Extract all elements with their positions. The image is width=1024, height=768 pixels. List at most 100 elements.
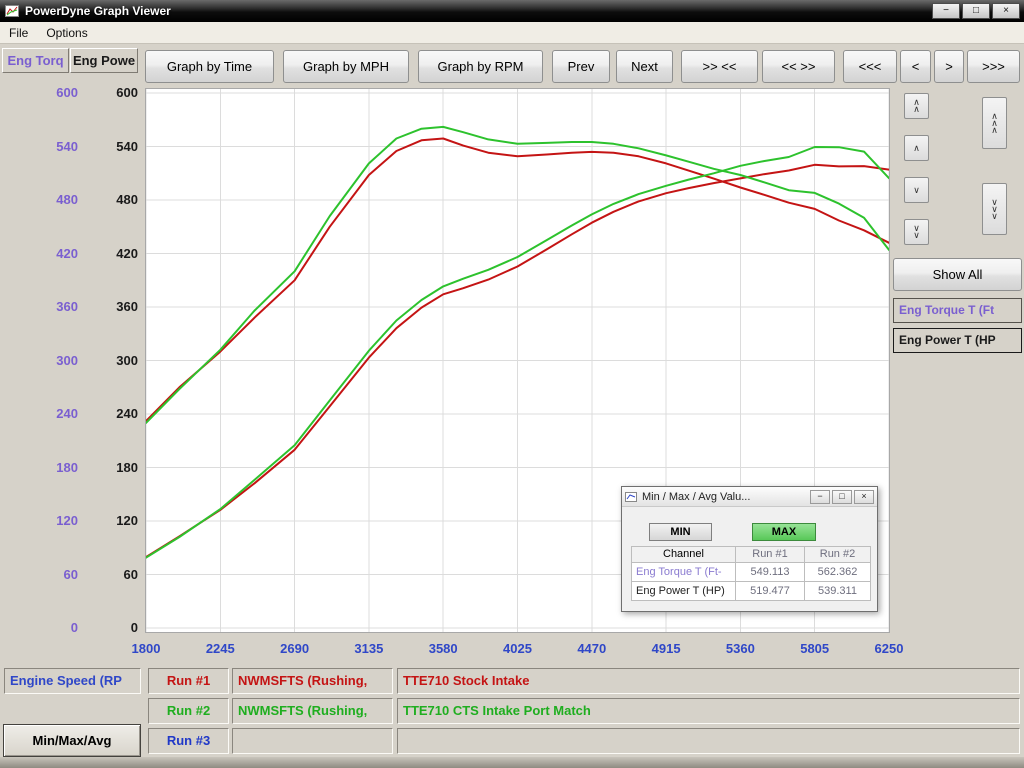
torque-run1-max-value: 549.113 bbox=[735, 562, 805, 582]
torque-axis-tick-label: 600 bbox=[0, 85, 78, 101]
channel-torque-cell: Eng Torque T (Ft- bbox=[631, 562, 736, 582]
title-bar[interactable]: PowerDyne Graph Viewer − □ × bbox=[0, 0, 1024, 22]
tab-eng-torque[interactable]: Eng Torq bbox=[2, 48, 69, 73]
column-header-channel: Channel bbox=[631, 546, 736, 563]
run2-label: Run #2 bbox=[148, 698, 229, 724]
legend-eng-power[interactable]: Eng Power T (HP bbox=[893, 328, 1022, 353]
close-icon[interactable]: × bbox=[992, 3, 1020, 19]
maximize-icon[interactable]: □ bbox=[962, 3, 990, 19]
minmax-window-icon bbox=[625, 492, 637, 502]
torque-axis-scale: 060120180240300360420480540600 bbox=[0, 0, 78, 768]
chevron-down-icon: ∨ bbox=[913, 187, 920, 194]
minimize-icon[interactable]: − bbox=[932, 3, 960, 19]
power-axis-tick-label: 0 bbox=[82, 620, 138, 636]
minmax-table-header: Channel Run #1 Run #2 bbox=[631, 546, 872, 563]
table-row: Eng Power T (HP) 519.477 539.311 bbox=[631, 582, 872, 601]
pan-left-button[interactable]: < bbox=[900, 50, 931, 83]
torque-axis-tick-label: 60 bbox=[0, 567, 78, 583]
run1-description-field: TTE710 Stock Intake bbox=[397, 668, 1020, 694]
x-channel-field: Engine Speed (RP bbox=[4, 668, 141, 694]
torque-axis-tick-label: 540 bbox=[0, 139, 78, 155]
run1-label: Run #1 bbox=[148, 668, 229, 694]
graph-by-rpm-button[interactable]: Graph by RPM bbox=[418, 50, 543, 83]
minmax-window: Min / Max / Avg Valu... − □ × MIN MAX Ch… bbox=[621, 486, 878, 612]
minmax-close-icon[interactable]: × bbox=[854, 490, 874, 504]
torque-axis-tick-label: 360 bbox=[0, 299, 78, 315]
graph-by-mph-button[interactable]: Graph by MPH bbox=[283, 50, 409, 83]
power-axis-tick-label: 60 bbox=[82, 567, 138, 583]
rpm-axis-tick-label: 4470 bbox=[557, 641, 627, 656]
column-header-run2: Run #2 bbox=[804, 546, 871, 563]
prev-button[interactable]: Prev bbox=[552, 50, 610, 83]
power-axis-scale: 060120180240300360420480540600 bbox=[82, 0, 138, 768]
torque-run2-max-value: 562.362 bbox=[804, 562, 871, 582]
chevron-up-icon: ∧ bbox=[913, 145, 920, 152]
run3-description-field bbox=[397, 728, 1020, 754]
rpm-axis-tick-label: 3135 bbox=[334, 641, 404, 656]
torque-axis-tick-label: 180 bbox=[0, 460, 78, 476]
rpm-axis-tick-label: 4025 bbox=[483, 641, 553, 656]
show-all-button[interactable]: Show All bbox=[893, 258, 1022, 291]
torque-axis-up-button[interactable]: ∧ bbox=[904, 135, 929, 161]
torque-axis-down-fast-button[interactable]: ∨ ∨ bbox=[904, 219, 929, 245]
power-axis-down-button[interactable]: ∨ ∨ ∨ bbox=[982, 183, 1007, 235]
chevron-up-icon: ∧ bbox=[913, 106, 920, 113]
rpm-axis-tick-label: 3580 bbox=[408, 641, 478, 656]
power-run1-max-value: 519.477 bbox=[735, 581, 805, 601]
minmax-avg-button[interactable]: Min/Max/Avg bbox=[3, 724, 141, 757]
rpm-axis-tick-label: 6250 bbox=[854, 641, 924, 656]
max-button[interactable]: MAX bbox=[752, 523, 816, 541]
run3-source-field bbox=[232, 728, 393, 754]
run3-label: Run #3 bbox=[148, 728, 229, 754]
power-axis-tick-label: 540 bbox=[82, 139, 138, 155]
torque-axis-up-fast-button[interactable]: ∧ ∧ bbox=[904, 93, 929, 119]
chevron-down-icon: ∨ bbox=[913, 232, 920, 239]
pan-left-fast-button[interactable]: <<< bbox=[843, 50, 897, 83]
pan-right-fast-button[interactable]: >>> bbox=[967, 50, 1020, 83]
rpm-axis-tick-label: 2690 bbox=[260, 641, 330, 656]
power-axis-tick-label: 120 bbox=[82, 513, 138, 529]
graph-by-time-button[interactable]: Graph by Time bbox=[145, 50, 274, 83]
power-run2-max-value: 539.311 bbox=[804, 581, 871, 601]
table-row: Eng Torque T (Ft- 549.113 562.362 bbox=[631, 563, 872, 582]
power-axis-tick-label: 180 bbox=[82, 460, 138, 476]
power-axis-up-button[interactable]: ∧ ∧ ∧ bbox=[982, 97, 1007, 149]
run1-source-field: NWMSFTS (Rushing, bbox=[232, 668, 393, 694]
run2-source-field: NWMSFTS (Rushing, bbox=[232, 698, 393, 724]
rpm-axis-scale: 1800224526903135358040254470491553605805… bbox=[0, 641, 1024, 659]
window-bottom-edge bbox=[0, 757, 1024, 768]
minmax-window-title: Min / Max / Avg Valu... bbox=[642, 491, 750, 503]
rpm-axis-tick-label: 5805 bbox=[780, 641, 850, 656]
minmax-minimize-icon[interactable]: − bbox=[810, 490, 830, 504]
torque-axis-tick-label: 240 bbox=[0, 406, 78, 422]
minmax-maximize-icon[interactable]: □ bbox=[832, 490, 852, 504]
min-button[interactable]: MIN bbox=[649, 523, 712, 541]
torque-axis-tick-label: 0 bbox=[0, 620, 78, 636]
legend-eng-torque[interactable]: Eng Torque T (Ft bbox=[893, 298, 1022, 323]
menu-file[interactable]: File bbox=[0, 23, 37, 43]
rpm-axis-tick-label: 1800 bbox=[111, 641, 181, 656]
window-title: PowerDyne Graph Viewer bbox=[25, 4, 171, 18]
minmax-window-controls: − □ × bbox=[808, 490, 874, 504]
zoom-in-button[interactable]: >> << bbox=[681, 50, 758, 83]
menu-bar: File Options bbox=[0, 22, 1024, 44]
next-button[interactable]: Next bbox=[616, 50, 673, 83]
torque-axis-tick-label: 480 bbox=[0, 192, 78, 208]
torque-axis-down-button[interactable]: ∨ bbox=[904, 177, 929, 203]
tab-eng-power[interactable]: Eng Powe bbox=[70, 48, 138, 73]
rpm-axis-tick-label: 5360 bbox=[705, 641, 775, 656]
column-header-run1: Run #1 bbox=[735, 546, 805, 563]
minmax-window-titlebar[interactable]: Min / Max / Avg Valu... − □ × bbox=[622, 487, 877, 507]
pan-right-button[interactable]: > bbox=[934, 50, 964, 83]
torque-axis-tick-label: 120 bbox=[0, 513, 78, 529]
rpm-axis-tick-label: 4915 bbox=[631, 641, 701, 656]
menu-options[interactable]: Options bbox=[37, 23, 96, 43]
power-axis-tick-label: 600 bbox=[82, 85, 138, 101]
zoom-out-button[interactable]: << >> bbox=[762, 50, 835, 83]
power-axis-tick-label: 300 bbox=[82, 353, 138, 369]
chevron-down-icon: ∨ bbox=[991, 213, 998, 220]
power-axis-tick-label: 480 bbox=[82, 192, 138, 208]
power-axis-tick-label: 360 bbox=[82, 299, 138, 315]
power-axis-tick-label: 240 bbox=[82, 406, 138, 422]
run2-description-field: TTE710 CTS Intake Port Match bbox=[397, 698, 1020, 724]
